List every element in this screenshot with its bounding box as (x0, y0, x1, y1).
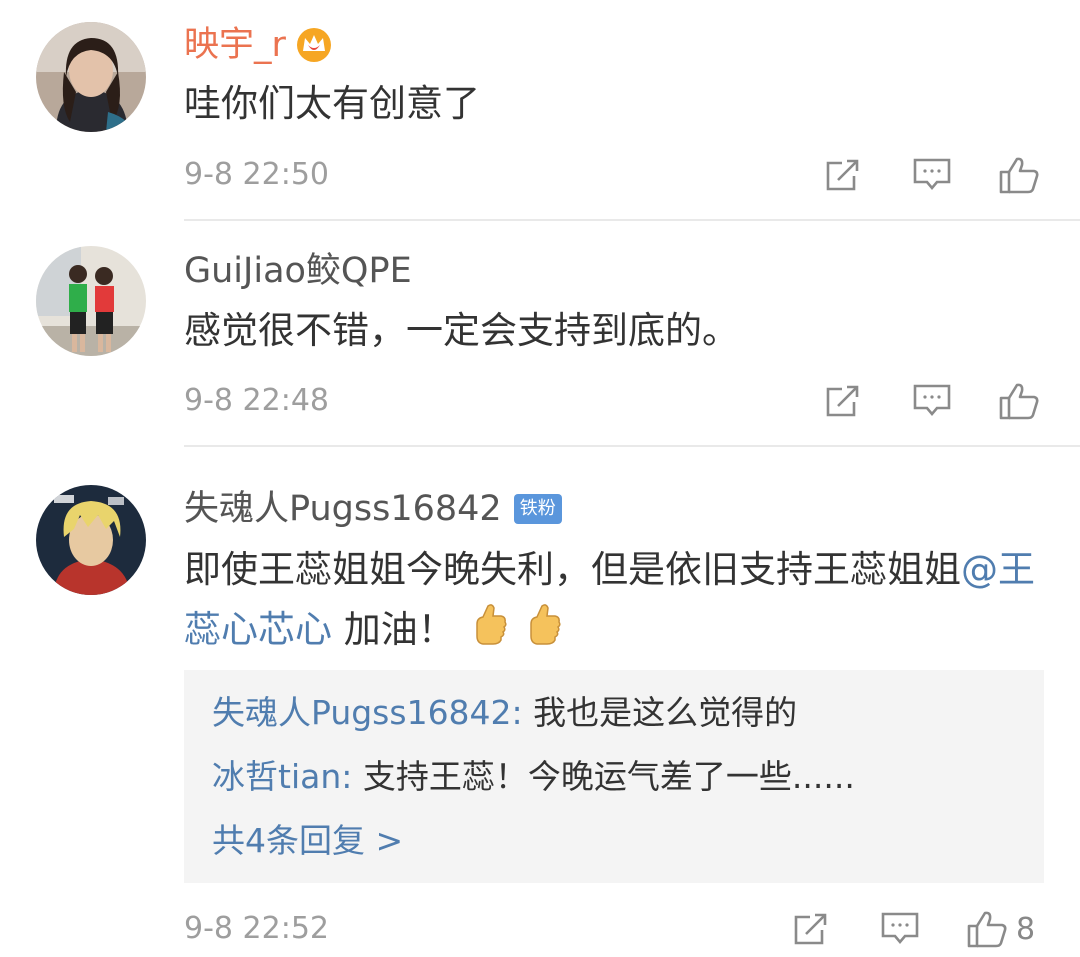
like-icon (966, 909, 1008, 949)
comment-text-main: 即使王蕊姐姐今晚失利，但是依旧支持王蕊姐姐 (184, 548, 961, 591)
comment-text: 哇你们太有创意了 (184, 82, 480, 125)
reply-text: 支持王蕊！今晚运气差了一些...... (352, 757, 855, 796)
like-icon[interactable] (998, 150, 1040, 200)
like-button[interactable]: 8 (966, 904, 1035, 954)
reply-item: 冰哲tian: 支持王蕊！今晚运气差了一些...... (212, 752, 855, 802)
comment-list: 映宇_r 哇你们太有创意了 9-8 22:50 GuiJiao鲛QPE 感觉很不… (0, 0, 1080, 957)
share-icon[interactable] (824, 376, 862, 426)
username[interactable]: 失魂人Pugss16842 (184, 484, 502, 534)
comment-item: 映宇_r 哇你们太有创意了 9-8 22:50 (0, 0, 1080, 220)
thumbs-up-emoji (523, 602, 563, 666)
reply-box[interactable]: 失魂人Pugss16842: 我也是这么觉得的 冰哲tian: 支持王蕊！今晚运… (184, 670, 1044, 883)
comment-icon[interactable] (880, 904, 920, 954)
comment-text: 感觉很不错，一定会支持到底的。 (184, 309, 739, 352)
username[interactable]: 映宇_r (184, 20, 286, 70)
comment-icon[interactable] (912, 150, 952, 200)
comment-text: 即使王蕊姐姐今晚失利，但是依旧支持王蕊姐姐@王蕊心芯心 加油！ (184, 540, 1048, 666)
reply-username[interactable]: 失魂人Pugss16842: (212, 693, 523, 732)
comment-time: 9-8 22:50 (184, 157, 329, 192)
fan-badge: 铁粉 (513, 494, 562, 524)
share-icon[interactable] (824, 150, 862, 200)
avatar[interactable] (36, 246, 146, 356)
avatar[interactable] (36, 485, 146, 595)
comment-item: GuiJiao鲛QPE 感觉很不错，一定会支持到底的。 9-8 22:48 (0, 221, 1080, 446)
comment-header: 映宇_r (184, 20, 334, 70)
username[interactable]: GuiJiao鲛QPE (184, 246, 412, 296)
like-icon[interactable] (998, 376, 1040, 426)
vip-crown-icon (294, 25, 334, 65)
thumbs-up-emoji (469, 602, 509, 666)
comment-time: 9-8 22:48 (184, 383, 329, 418)
comment-text-tail: 加油！ (332, 608, 455, 651)
reply-item: 失魂人Pugss16842: 我也是这么觉得的 (212, 688, 797, 738)
reply-username[interactable]: 冰哲tian: (212, 757, 352, 796)
share-icon[interactable] (792, 904, 830, 954)
comment-time: 9-8 22:52 (184, 911, 329, 946)
more-replies-link[interactable]: 共4条回复 > (212, 816, 403, 866)
comment-icon[interactable] (912, 376, 952, 426)
comment-item: 失魂人Pugss16842 铁粉 即使王蕊姐姐今晚失利，但是依旧支持王蕊姐姐@王… (0, 447, 1080, 957)
like-count: 8 (1016, 911, 1036, 947)
comment-header: 失魂人Pugss16842 铁粉 (184, 484, 562, 534)
reply-text: 我也是这么觉得的 (522, 693, 798, 732)
avatar[interactable] (36, 22, 146, 132)
comment-header: GuiJiao鲛QPE (184, 246, 412, 296)
